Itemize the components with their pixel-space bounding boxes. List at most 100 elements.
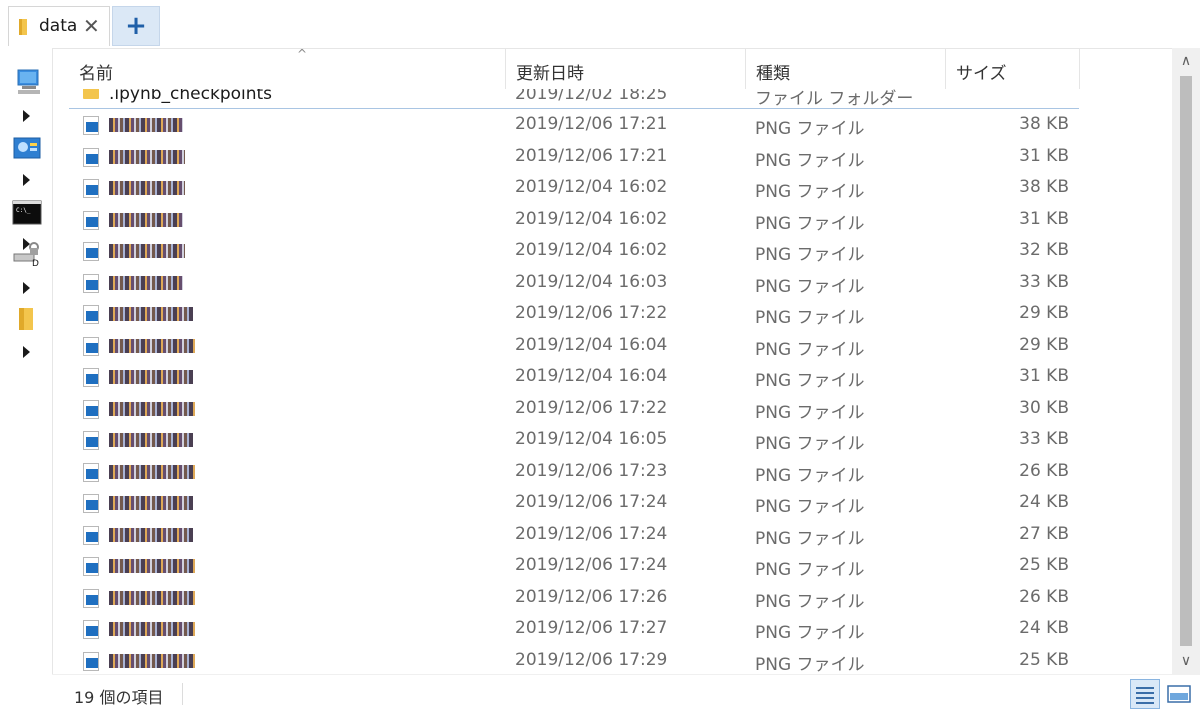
file-size: 26 KB: [1019, 460, 1069, 481]
modified-date: 2019/12/04 16:03: [515, 271, 668, 292]
modified-date: 2019/12/06 17:24: [515, 492, 668, 512]
modified-date: 2019/12/06 17:21: [515, 114, 668, 134]
file-row[interactable]: 2019/12/06 17:22 PNG ファイル 30 KB: [69, 394, 1079, 425]
file-size: 29 KB: [1019, 334, 1069, 355]
file-name-redacted: [109, 650, 229, 672]
expand-arrow-icon[interactable]: [23, 346, 30, 358]
column-name-label: 名前: [79, 64, 113, 84]
file-size: 30 KB: [1019, 397, 1069, 418]
file-name-redacted: [109, 461, 229, 483]
file-name-redacted: [109, 366, 229, 388]
column-type[interactable]: 種類: [746, 49, 946, 89]
column-date[interactable]: 更新日時: [506, 49, 746, 89]
file-type: PNG ファイル: [755, 654, 865, 675]
file-type: PNG ファイル: [755, 339, 865, 360]
file-row[interactable]: 2019/12/04 16:03 PNG ファイル 33 KB: [69, 268, 1079, 299]
png-file-icon: [83, 651, 99, 671]
terminal-icon[interactable]: C:\_: [12, 198, 42, 228]
explorer-window: data ✕ + C:\_ D 名前 ^ 更新日時 種類 サイズ .ipynb_…: [0, 0, 1200, 714]
expand-arrow-icon[interactable]: [23, 282, 30, 294]
folder-icon: [19, 19, 27, 35]
divider: [182, 683, 183, 705]
file-type: PNG ファイル: [755, 560, 865, 580]
column-name[interactable]: 名前 ^: [69, 49, 506, 89]
file-row[interactable]: 2019/12/06 17:21 PNG ファイル 31 KB: [69, 142, 1079, 173]
computer-icon[interactable]: [12, 68, 42, 98]
column-size[interactable]: サイズ: [946, 49, 1080, 89]
file-type: PNG ファイル: [755, 528, 865, 549]
file-type: PNG ファイル: [755, 150, 865, 171]
file-size: 38 KB: [1019, 114, 1069, 134]
modified-date: 2019/12/04 16:04: [515, 366, 668, 386]
file-row[interactable]: 2019/12/04 16:02 PNG ファイル 38 KB: [69, 173, 1079, 204]
file-type: PNG ファイル: [755, 119, 865, 139]
file-row[interactable]: 2019/12/06 17:22 PNG ファイル 29 KB: [69, 299, 1079, 330]
file-size: 31 KB: [1019, 145, 1069, 166]
file-type: PNG ファイル: [755, 402, 865, 423]
vertical-scrollbar[interactable]: ∧ ∨: [1172, 48, 1200, 674]
file-row[interactable]: 2019/12/06 17:24 PNG ファイル 24 KB: [69, 488, 1079, 519]
file-size: 24 KB: [1019, 492, 1069, 512]
expand-arrow-icon[interactable]: [23, 174, 30, 186]
file-type: PNG ファイル: [755, 182, 865, 202]
png-file-icon: [83, 242, 99, 261]
item-count: 19 個の項目: [74, 688, 164, 707]
control-panel-icon[interactable]: [12, 134, 42, 164]
png-file-icon: [83, 210, 99, 230]
folder-row[interactable]: .ipynb_checkpoints 2019/12/02 18:25 ファイル…: [69, 89, 1079, 109]
file-type: PNG ファイル: [755, 371, 865, 391]
file-row[interactable]: 2019/12/06 17:21 PNG ファイル 38 KB: [69, 110, 1079, 141]
png-file-icon: [83, 431, 99, 450]
file-row[interactable]: 2019/12/06 17:26 PNG ファイル 26 KB: [69, 583, 1079, 614]
scroll-down-icon[interactable]: ∨: [1172, 648, 1200, 674]
file-name-redacted: [109, 240, 229, 262]
file-name-redacted: [109, 303, 229, 325]
png-file-icon: [83, 336, 99, 356]
file-type: PNG ファイル: [755, 591, 865, 612]
file-type: PNG ファイル: [755, 213, 865, 234]
file-size: 31 KB: [1019, 366, 1069, 386]
scroll-up-icon[interactable]: ∧: [1172, 48, 1200, 74]
large-icons-view-icon[interactable]: [1164, 679, 1194, 709]
modified-date: 2019/12/04 16:02: [515, 240, 668, 260]
modified-date: 2019/12/04 16:04: [515, 334, 668, 355]
file-name-redacted: [109, 618, 229, 640]
modified-date: 2019/12/06 17:27: [515, 618, 668, 638]
file-row[interactable]: 2019/12/04 16:05 PNG ファイル 33 KB: [69, 425, 1079, 456]
file-type: PNG ファイル: [755, 465, 865, 486]
close-icon[interactable]: ✕: [83, 14, 100, 38]
modified-date: 2019/12/04 16:02: [515, 177, 668, 197]
file-name-redacted: [109, 146, 229, 168]
file-row[interactable]: 2019/12/06 17:24 PNG ファイル 25 KB: [69, 551, 1079, 582]
modified-date: 2019/12/06 17:24: [515, 523, 668, 544]
file-list: 名前 ^ 更新日時 種類 サイズ .ipynb_checkpoints 2019…: [52, 48, 1172, 674]
png-file-icon: [83, 116, 99, 135]
file-row[interactable]: 2019/12/06 17:29 PNG ファイル 25 KB: [69, 646, 1079, 675]
png-file-icon: [83, 305, 99, 324]
file-row[interactable]: 2019/12/04 16:04 PNG ファイル 29 KB: [69, 331, 1079, 362]
file-row[interactable]: 2019/12/06 17:24 PNG ファイル 27 KB: [69, 520, 1079, 551]
modified-date: 2019/12/06 17:23: [515, 460, 668, 481]
tab-data[interactable]: data ✕: [8, 6, 110, 46]
file-row[interactable]: 2019/12/04 16:02 PNG ファイル 32 KB: [69, 236, 1079, 267]
column-date-label: 更新日時: [516, 64, 584, 84]
navigation-pane: C:\_ D: [0, 48, 52, 678]
png-file-icon: [83, 399, 99, 419]
column-size-label: サイズ: [956, 64, 1007, 84]
details-view-icon[interactable]: [1130, 679, 1160, 709]
new-tab-button[interactable]: +: [112, 6, 160, 46]
svg-text:C:\_: C:\_: [16, 207, 31, 214]
file-row[interactable]: 2019/12/06 17:23 PNG ファイル 26 KB: [69, 457, 1079, 488]
folder-icon[interactable]: [12, 304, 42, 334]
png-file-icon: [83, 462, 99, 482]
file-row[interactable]: 2019/12/04 16:02 PNG ファイル 31 KB: [69, 205, 1079, 236]
file-size: 29 KB: [1019, 303, 1069, 323]
drive-d-icon[interactable]: D: [12, 238, 42, 268]
file-row[interactable]: 2019/12/06 17:27 PNG ファイル 24 KB: [69, 614, 1079, 645]
file-row[interactable]: 2019/12/04 16:04 PNG ファイル 31 KB: [69, 362, 1079, 393]
column-header: 名前 ^ 更新日時 種類 サイズ: [53, 49, 1172, 89]
expand-arrow-icon[interactable]: [23, 110, 30, 122]
scrollbar-thumb[interactable]: [1180, 76, 1192, 646]
file-type: PNG ファイル: [755, 434, 865, 454]
file-name-redacted: [109, 114, 229, 136]
